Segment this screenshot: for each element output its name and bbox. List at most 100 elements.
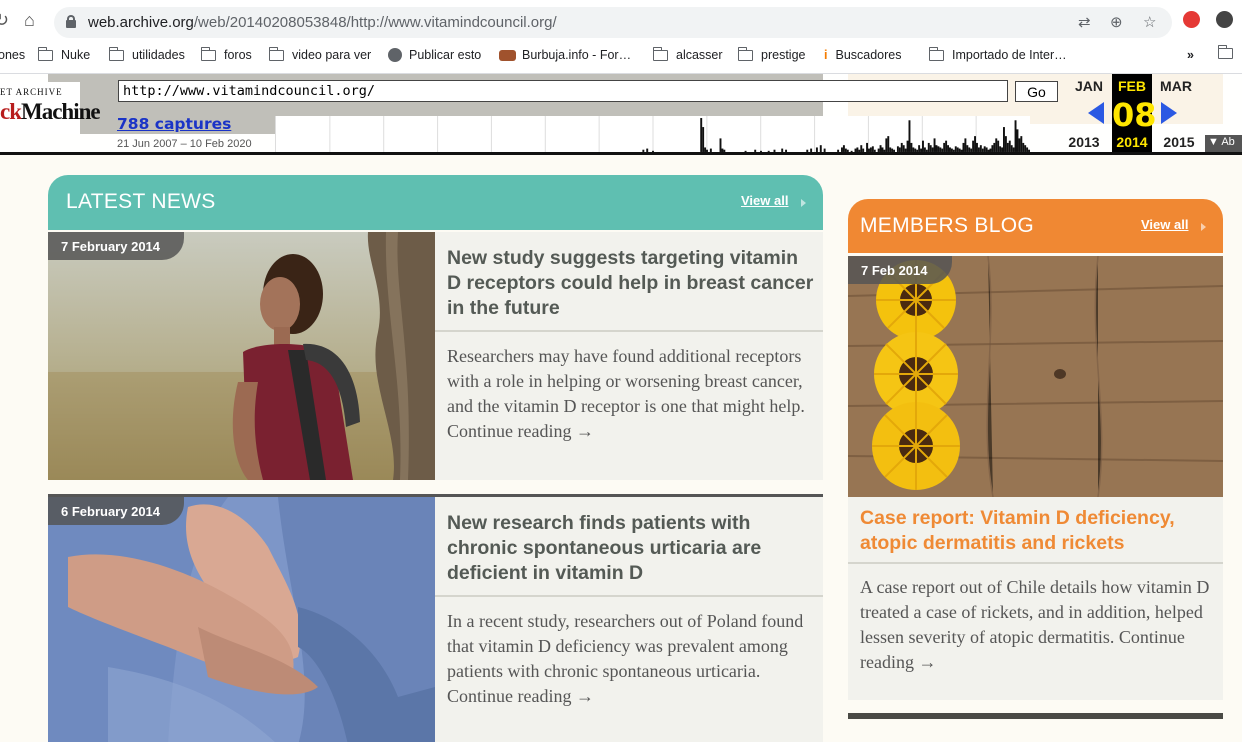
news-card-2[interactable]: 6 February 2014 New research finds patie… xyxy=(48,494,823,742)
sparkline-bar xyxy=(945,140,948,152)
sparkline-bar xyxy=(887,136,890,152)
sparkline-bar xyxy=(700,118,703,152)
extension-puzzle-icon[interactable] xyxy=(1216,11,1233,28)
news-headline[interactable]: New research finds patients with chronic… xyxy=(447,511,815,586)
sparkline-bar xyxy=(995,138,998,152)
next-month[interactable]: MAR xyxy=(1156,78,1196,94)
wayback-logo[interactable]: ET ARCHIVE ckMachine xyxy=(0,82,101,134)
prev-year[interactable]: 2013 xyxy=(1062,134,1106,150)
address-text[interactable]: web.archive.org/web/20140208053848/http:… xyxy=(88,14,557,31)
bookmark-label: Burbuja.info - For… xyxy=(522,48,632,62)
sparkline-bar xyxy=(979,145,982,152)
bookmark-item[interactable]: utilidades xyxy=(108,46,185,62)
sparkline-bar xyxy=(966,145,969,152)
news-image-woman-hiker[interactable] xyxy=(48,232,435,480)
bookmark-item[interactable]: Nuke xyxy=(37,46,90,62)
sparkline-bar xyxy=(1014,120,1017,152)
sparkline-bar xyxy=(719,138,722,152)
bookmark-item[interactable]: i Buscadores xyxy=(824,48,902,62)
bookmark-item[interactable]: prestige xyxy=(737,46,805,62)
sparkline-bar xyxy=(1010,145,1013,152)
bookmark-label: Publicar esto xyxy=(409,48,482,62)
blog-headline[interactable]: Case report: Vitamin D deficiency, atopi… xyxy=(860,506,1215,556)
home-icon[interactable]: ⌂ xyxy=(24,10,35,31)
sparkline-bar xyxy=(910,142,913,152)
latest-news-title: LATEST NEWS xyxy=(66,190,216,213)
blog-summary[interactable]: A case report out of Chile details how v… xyxy=(860,575,1215,675)
blog-date-badge: 7 Feb 2014 xyxy=(848,256,952,284)
sparkline-bar xyxy=(1008,140,1011,152)
bookmark-label: Importado de Inter… xyxy=(952,48,1067,62)
wayback-url-input[interactable] xyxy=(118,80,1008,102)
bookmark-item[interactable]: foros xyxy=(200,46,252,62)
sparkline-bar xyxy=(947,145,950,152)
news-summary[interactable]: Researchers may have found additional re… xyxy=(447,344,815,444)
next-capture-arrow-icon[interactable] xyxy=(1161,102,1177,124)
sparkline-bar xyxy=(991,145,994,152)
card-divider xyxy=(435,330,823,332)
folder-icon xyxy=(200,46,216,61)
extension-shield-icon[interactable] xyxy=(1183,11,1200,28)
captures-link[interactable]: 788 captures xyxy=(117,115,231,133)
bookmark-item[interactable]: Publicar esto xyxy=(388,48,481,62)
sparkline-bar xyxy=(927,142,930,152)
bookmark-star-icon[interactable]: ☆ xyxy=(1143,13,1156,31)
globe-icon xyxy=(388,48,402,62)
folder-icon xyxy=(652,46,668,61)
wayback-go-button[interactable]: Go xyxy=(1015,81,1058,102)
bookmark-item[interactable]: video para ver xyxy=(268,46,371,62)
sparkline-bar xyxy=(993,142,996,152)
sparkline-bar xyxy=(1024,145,1027,152)
sparkline-bar xyxy=(976,142,978,152)
sparkline-bar xyxy=(1003,127,1005,152)
news-date-badge: 6 February 2014 xyxy=(48,497,185,525)
bookmark-item[interactable]: ones xyxy=(0,48,25,62)
news-image-hands-scratching[interactable] xyxy=(48,497,435,742)
capture-sparkline[interactable] xyxy=(275,116,1030,152)
prev-capture-arrow-icon[interactable] xyxy=(1088,102,1104,124)
prev-month[interactable]: JAN xyxy=(1069,78,1109,94)
info-icon: i xyxy=(824,48,828,62)
other-bookmarks-folder[interactable] xyxy=(1217,45,1241,59)
news-headline[interactable]: New study suggests targeting vitamin D r… xyxy=(447,246,815,321)
blog-card[interactable]: 7 Feb 2014 Case report: Vitamin D defici… xyxy=(848,256,1223,700)
blog-view-all-link[interactable]: View all xyxy=(1141,217,1188,232)
translate-icon[interactable]: ⇄ xyxy=(1078,13,1091,31)
bookmark-label: utilidades xyxy=(132,48,185,62)
bookmark-item[interactable]: Importado de Inter… xyxy=(928,46,1067,62)
bookmark-label: foros xyxy=(224,48,252,62)
reload-icon[interactable]: ↻ xyxy=(0,10,9,31)
card-divider xyxy=(435,595,823,597)
sparkline-bar xyxy=(1004,136,1007,152)
sparkline-bar xyxy=(935,145,938,152)
current-day: 08 xyxy=(1112,96,1157,134)
blog-image-sunflowers[interactable] xyxy=(848,256,1223,497)
news-view-all-link[interactable]: View all xyxy=(741,193,788,208)
address-bar[interactable]: web.archive.org/web/20140208053848/http:… xyxy=(54,7,1172,38)
bookmark-item[interactable]: alcasser xyxy=(652,46,723,62)
zoom-icon[interactable]: ⊕ xyxy=(1110,13,1123,31)
current-year: 2014 xyxy=(1116,134,1148,150)
sparkline-bar xyxy=(1018,138,1021,152)
sparkline-bar xyxy=(866,142,869,152)
sparkline-bar xyxy=(1022,142,1025,152)
sparkline-bar xyxy=(1020,136,1023,152)
sparkline-bar xyxy=(702,127,705,152)
sparkline-bar xyxy=(1016,129,1019,152)
browser-toolbar: ↻ ⌂ web.archive.org/web/20140208053848/h… xyxy=(0,0,1242,44)
sparkline-bar xyxy=(972,140,975,152)
chevron-right-icon xyxy=(1201,223,1206,231)
sparkline-bar xyxy=(885,138,888,152)
sparkline-bar xyxy=(997,140,1000,152)
sparkline-bar xyxy=(929,145,932,152)
folder-icon xyxy=(1217,45,1233,59)
bookmarks-overflow-button[interactable]: » xyxy=(1187,48,1194,62)
sparkline-bar xyxy=(900,142,903,152)
sparkline-bar xyxy=(819,145,822,152)
next-year[interactable]: 2015 xyxy=(1157,134,1201,150)
bookmark-item[interactable]: Burbuja.info - For… xyxy=(499,48,631,62)
chevron-right-icon xyxy=(801,199,806,207)
about-button[interactable]: ▼ Ab xyxy=(1205,135,1242,152)
news-card-1[interactable]: 7 February 2014 New study suggests targe… xyxy=(48,232,823,480)
news-summary[interactable]: In a recent study, researchers out of Po… xyxy=(447,609,815,709)
